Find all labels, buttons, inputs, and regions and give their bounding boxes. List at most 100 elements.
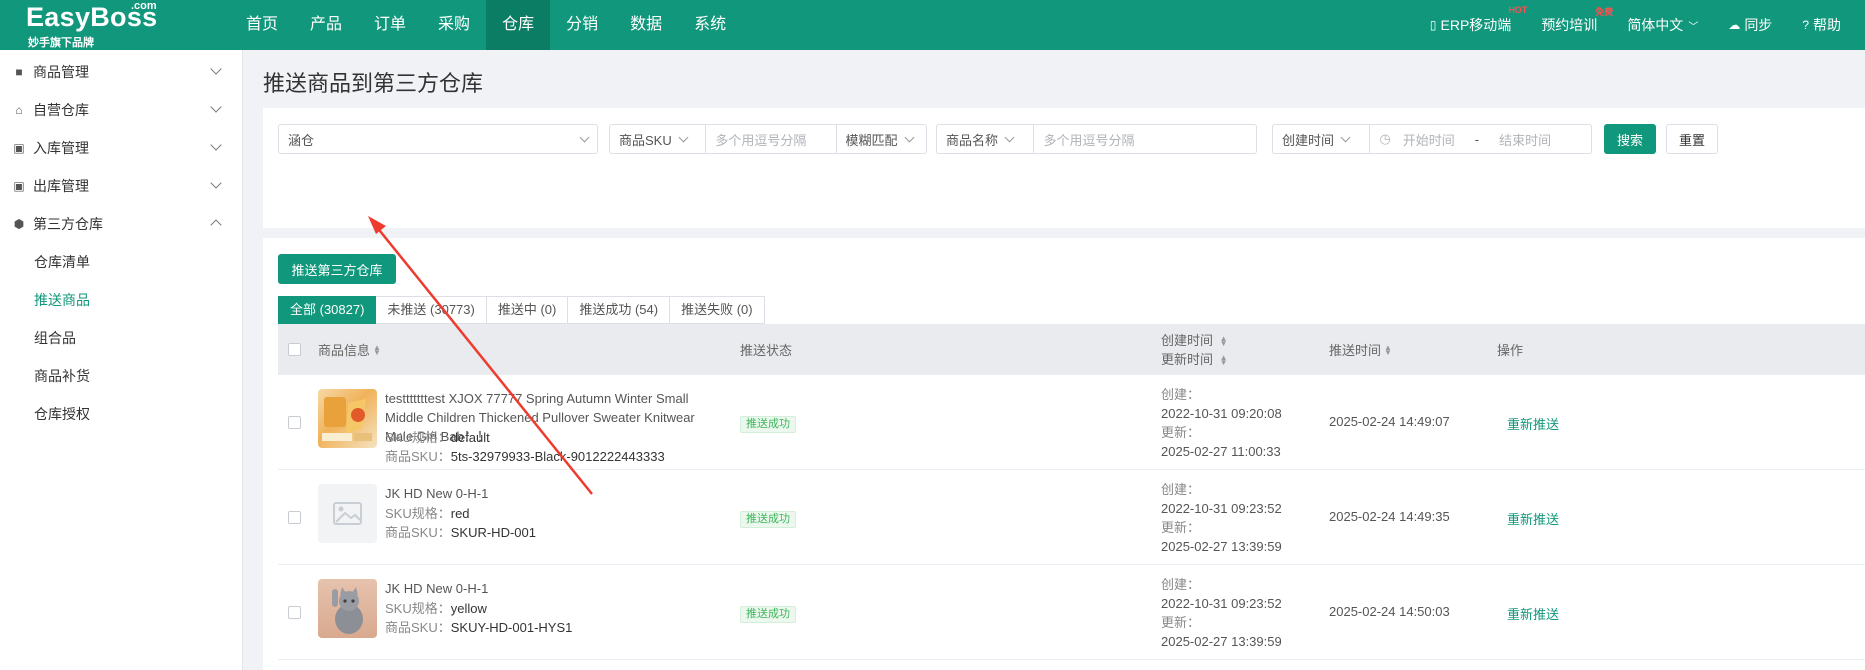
sku-spec: SKU规格：yellow [385, 598, 487, 617]
tab-push-success[interactable]: 推送成功 (54) [568, 296, 671, 324]
product-thumbnail [318, 579, 377, 638]
tab-all[interactable]: 全部 (30827) [278, 296, 377, 324]
repush-link[interactable]: 重新推送 [1507, 604, 1559, 623]
main-content: 推送商品到第三方仓库 涵仓 商品SKU 多个用逗号分隔 模糊匹配 商品名称 多个… [244, 50, 1865, 670]
sku-field-select[interactable]: 商品SKU [610, 125, 705, 153]
language-label: 简体中文 [1627, 17, 1684, 33]
sidebar-group-own-warehouse[interactable]: ⌂ 自营仓库 [0, 91, 242, 129]
header-created-sort[interactable]: 创建时间 ▲ ▼ [1161, 331, 1228, 350]
chevron-down-icon [210, 177, 222, 189]
row-checkbox[interactable] [288, 416, 301, 429]
status-badge: 推送成功 [740, 606, 796, 623]
sidebar-item-replenish[interactable]: 商品补货 [0, 357, 242, 395]
sku-search-group: 商品SKU 多个用逗号分隔 模糊匹配 [609, 124, 927, 154]
status-badge: 推送成功 [740, 416, 796, 433]
logo[interactable]: EasyBoss .com 妙手旗下品牌 [0, 0, 230, 50]
nav-purchase[interactable]: 采购 [422, 0, 486, 50]
nav-distribution[interactable]: 分销 [550, 0, 614, 50]
table-row: testttttttest XJOX 77777 Spring Autumn W… [278, 375, 1865, 470]
nav-data[interactable]: 数据 [614, 0, 678, 50]
time-info: 创建： 2022-10-31 09:20:08 更新： 2025-02-27 1… [1161, 385, 1282, 461]
date-range-group: 创建时间 ◷ 开始时间 - 结束时间 [1272, 124, 1592, 154]
sku-code-value: SKUR-HD-001 [450, 525, 536, 540]
header-push-time[interactable]: 推送时间 ▲ ▼ [1329, 324, 1392, 375]
tab-push-failed[interactable]: 推送失败 (0) [670, 296, 765, 324]
row-checkbox[interactable] [288, 606, 301, 619]
chevron-down-icon [1340, 132, 1351, 142]
updated-label: 更新： [1161, 425, 1201, 440]
time-field-select[interactable]: 创建时间 [1273, 125, 1369, 153]
brand-dotcom: .com [131, 0, 157, 12]
nav-products[interactable]: 产品 [294, 0, 358, 50]
home-icon: ⌂ [15, 103, 23, 117]
sync-button[interactable]: ☁ 同步 [1728, 15, 1772, 35]
push-third-party-button[interactable]: 推送第三方仓库 [278, 254, 396, 284]
sidebar: ■ 商品管理 ⌂ 自营仓库 ▣ 入库管理 ▣ 出库管理 ⬢ 第三方仓库 仓库清单… [0, 50, 243, 670]
sku-input-placeholder: 多个用逗号分隔 [715, 132, 807, 148]
product-name: JK HD New 0-H-1 [385, 581, 489, 596]
language-select[interactable]: 简体中文 ﹀ [1627, 15, 1698, 35]
row-checkbox[interactable] [288, 511, 301, 524]
sidebar-group-label: 商品管理 [33, 64, 89, 80]
sku-spec-value: red [450, 506, 470, 521]
header-push-status: 推送状态 [740, 324, 792, 375]
chevron-down-icon [210, 101, 222, 113]
table-row: JK HD New 0-H-1 SKU规格：red 商品SKU：SKUR-HD-… [278, 470, 1865, 565]
help-icon: ? [1802, 18, 1809, 32]
nav-system[interactable]: 系统 [678, 0, 742, 50]
sidebar-group-inbound[interactable]: ▣ 入库管理 [0, 129, 242, 167]
sku-input[interactable]: 多个用逗号分隔 [705, 125, 835, 153]
updated-value: 2025-02-27 13:39:59 [1161, 634, 1282, 649]
warehouse-select[interactable]: 涵仓 [278, 124, 598, 154]
nav-warehouse[interactable]: 仓库 [486, 0, 551, 50]
sidebar-group-label: 第三方仓库 [33, 216, 103, 232]
product-list-panel: 推送第三方仓库 全部 (30827) 未推送 (30773) 推送中 (0) 推… [263, 238, 1865, 670]
reset-button[interactable]: 重置 [1666, 124, 1718, 154]
help-button[interactable]: ? 帮助 [1802, 15, 1841, 35]
table-row: JK HD New 0-H-1 SKU规格：yellow 商品SKU：SKUY-… [278, 565, 1865, 660]
sidebar-group-third-party[interactable]: ⬢ 第三方仓库 [0, 205, 242, 243]
tab-pushing[interactable]: 推送中 (0) [486, 296, 569, 324]
search-button[interactable]: 搜索 [1604, 124, 1656, 154]
outbox-icon: ▣ [13, 179, 25, 193]
name-field-select[interactable]: 商品名称 [937, 125, 1033, 153]
sidebar-item-authorization[interactable]: 仓库授权 [0, 395, 242, 433]
repush-link[interactable]: 重新推送 [1507, 509, 1559, 528]
date-separator: - [1474, 131, 1480, 147]
chevron-down-icon [579, 132, 590, 142]
sidebar-item-bundles[interactable]: 组合品 [0, 319, 242, 357]
training-link[interactable]: 预约培训 免费 [1541, 7, 1613, 35]
table-header: 商品信息 ▲▼ 推送状态 创建时间 ▲▼ 更新时间 ▲▼ 推送时间 ▲▼ [278, 324, 1865, 375]
mobile-icon: ▯ [1429, 18, 1437, 32]
nav-orders[interactable]: 订单 [358, 0, 422, 50]
sidebar-item-warehouse-list[interactable]: 仓库清单 [0, 243, 242, 281]
date-range-picker[interactable]: ◷ 开始时间 - 结束时间 [1369, 125, 1591, 153]
sidebar-item-push-products[interactable]: 推送商品 [0, 281, 242, 319]
match-mode-select[interactable]: 模糊匹配 [835, 125, 926, 153]
sidebar-group-product[interactable]: ■ 商品管理 [0, 53, 242, 91]
sidebar-group-outbound[interactable]: ▣ 出库管理 [0, 167, 242, 205]
sku-spec-label: SKU规格： [385, 506, 451, 521]
tab-not-pushed[interactable]: 未推送 (30773) [376, 296, 487, 324]
header-product-label: 商品信息 [318, 343, 371, 358]
main-nav: 首页 产品 订单 采购 仓库 分销 数据 系统 [230, 0, 742, 50]
name-input[interactable]: 多个用逗号分隔 [1033, 125, 1256, 153]
nav-home[interactable]: 首页 [230, 0, 294, 50]
header-product-info[interactable]: 商品信息 ▲ ▼ [318, 324, 381, 375]
sku-spec-value: default [450, 430, 490, 445]
training-label: 预约培训 [1541, 17, 1598, 33]
sku-code: 商品SKU：5ts-32979933-Black-9012222443333 [385, 446, 665, 465]
repush-link[interactable]: 重新推送 [1507, 414, 1559, 433]
created-value: 2022-10-31 09:23:52 [1161, 501, 1282, 516]
updated-label: 更新： [1161, 520, 1201, 535]
select-all-checkbox[interactable] [288, 324, 301, 375]
tag-icon: ■ [15, 65, 23, 79]
sku-spec-label: SKU规格： [385, 601, 451, 616]
match-mode-label: 模糊匹配 [845, 132, 898, 148]
push-time: 2025-02-24 14:49:07 [1329, 414, 1450, 429]
header-updated-sort[interactable]: 更新时间 ▲ ▼ [1161, 350, 1228, 369]
help-label: 帮助 [1813, 17, 1841, 33]
erp-mobile-link[interactable]: ▯ ERP移动端 HOT [1429, 5, 1527, 35]
hot-badge: HOT [1508, 5, 1528, 15]
page-title: 推送商品到第三方仓库 [263, 71, 484, 96]
